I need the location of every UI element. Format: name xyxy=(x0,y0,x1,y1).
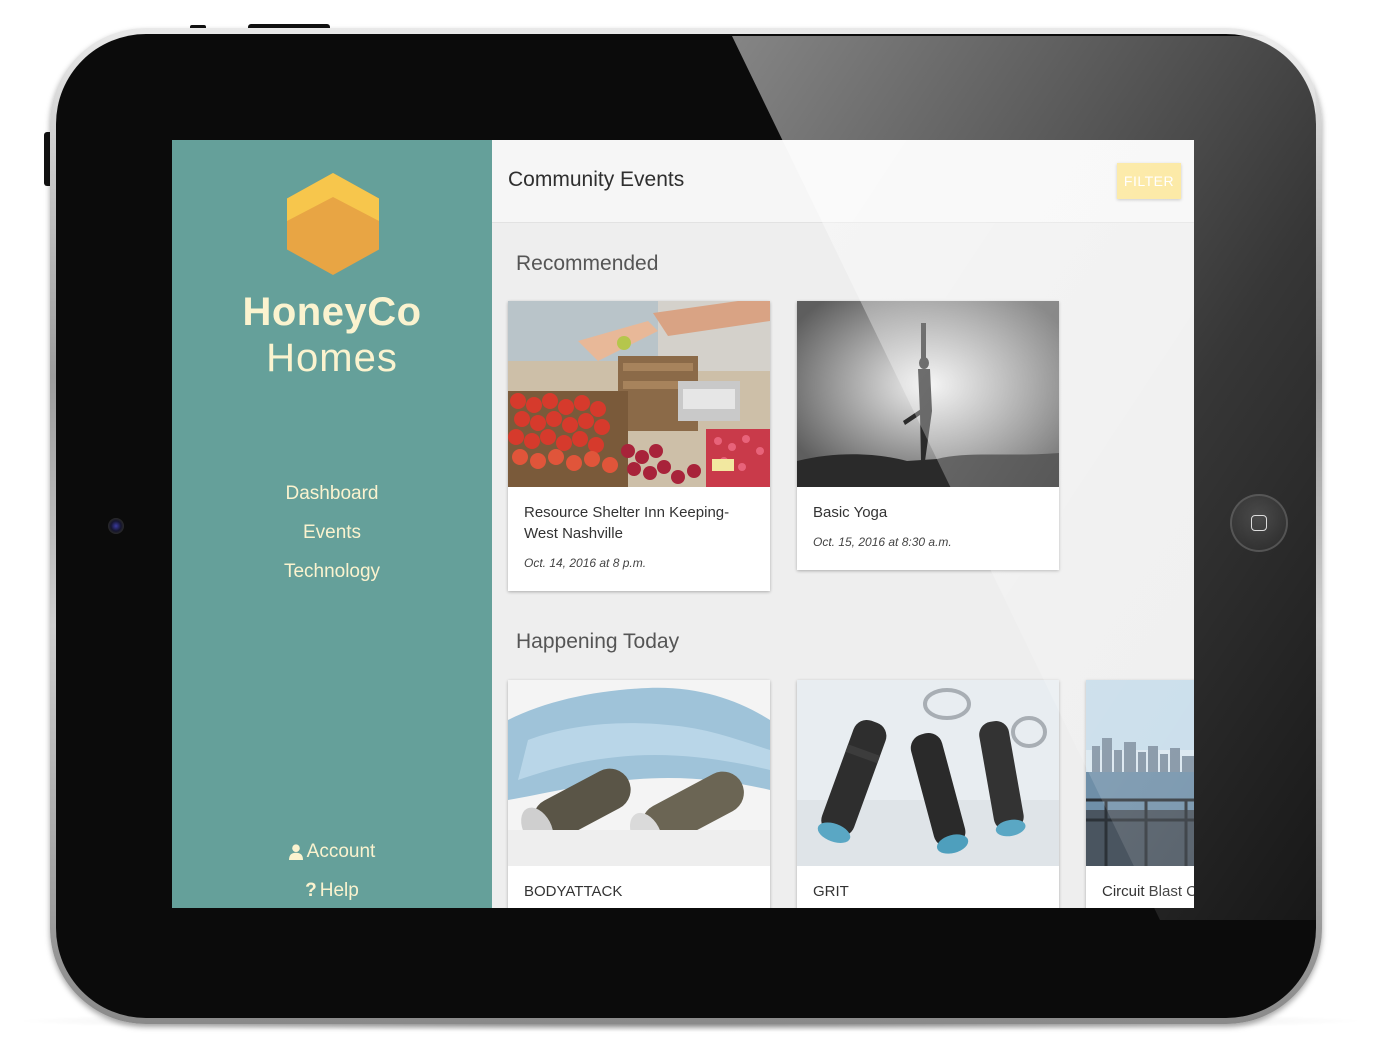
sidebar-item-events[interactable]: Events xyxy=(172,519,492,558)
account-link[interactable]: Account xyxy=(172,838,492,877)
event-card[interactable]: Basic Yoga Oct. 15, 2016 at 8:30 a.m. xyxy=(797,301,1059,570)
section-title-happening-today: Happening Today xyxy=(516,630,680,653)
event-card-title: GRIT xyxy=(813,883,849,900)
sidebar-item-dashboard[interactable]: Dashboard xyxy=(172,480,492,519)
event-card-title: Resource Shelter Inn Keeping-West Nashvi… xyxy=(524,504,730,542)
yoga-silhouette-photo xyxy=(797,301,1059,487)
event-card[interactable]: Resource Shelter Inn Keeping-West Nashvi… xyxy=(508,301,770,591)
account-label: Account xyxy=(306,841,376,862)
user-icon xyxy=(288,844,303,860)
filter-button[interactable]: FILTER xyxy=(1117,163,1181,199)
app-screen: HoneyCo Homes Dashboard Events Technolog… xyxy=(172,140,1194,908)
event-card[interactable]: BODYATTACK xyxy=(508,680,770,908)
dumbbells-towel-photo xyxy=(508,680,770,866)
help-label: Help xyxy=(319,880,359,901)
sidebar: HoneyCo Homes Dashboard Events Technolog… xyxy=(172,140,492,908)
event-card-title: BODYATTACK xyxy=(524,883,623,900)
farmers-market-photo xyxy=(508,301,770,487)
help-link[interactable]: ? Help xyxy=(172,877,492,908)
event-card[interactable]: GRIT xyxy=(797,680,1059,908)
sidebar-nav: Dashboard Events Technology xyxy=(172,480,492,597)
top-bar: Community Events FILTER xyxy=(492,140,1194,223)
event-card-date: Oct. 15, 2016 at 8:30 a.m. xyxy=(813,535,952,549)
brand-subname: Homes xyxy=(266,336,398,380)
camera-icon xyxy=(108,518,124,534)
sidebar-footer: Account ? Help xyxy=(172,838,492,908)
city-skyline-photo xyxy=(1086,680,1194,866)
event-card-title: Circuit Blast C xyxy=(1102,883,1194,900)
event-card[interactable]: Circuit Blast C xyxy=(1086,680,1194,908)
brand-name: HoneyCo xyxy=(242,290,422,334)
event-card-title: Basic Yoga xyxy=(813,504,888,521)
section-title-recommended: Recommended xyxy=(516,252,659,275)
page-title: Community Events xyxy=(508,168,685,191)
sidebar-item-technology[interactable]: Technology xyxy=(172,558,492,597)
home-button[interactable] xyxy=(1230,494,1288,552)
hand-grippers-photo xyxy=(797,680,1059,866)
question-icon: ? xyxy=(305,880,317,901)
event-card-date: Oct. 14, 2016 at 8 p.m. xyxy=(524,556,647,570)
main-content: Community Events FILTER Recommended Reso… xyxy=(492,140,1194,908)
home-square-icon xyxy=(1251,515,1267,531)
hexagon-logo-icon xyxy=(287,173,379,275)
